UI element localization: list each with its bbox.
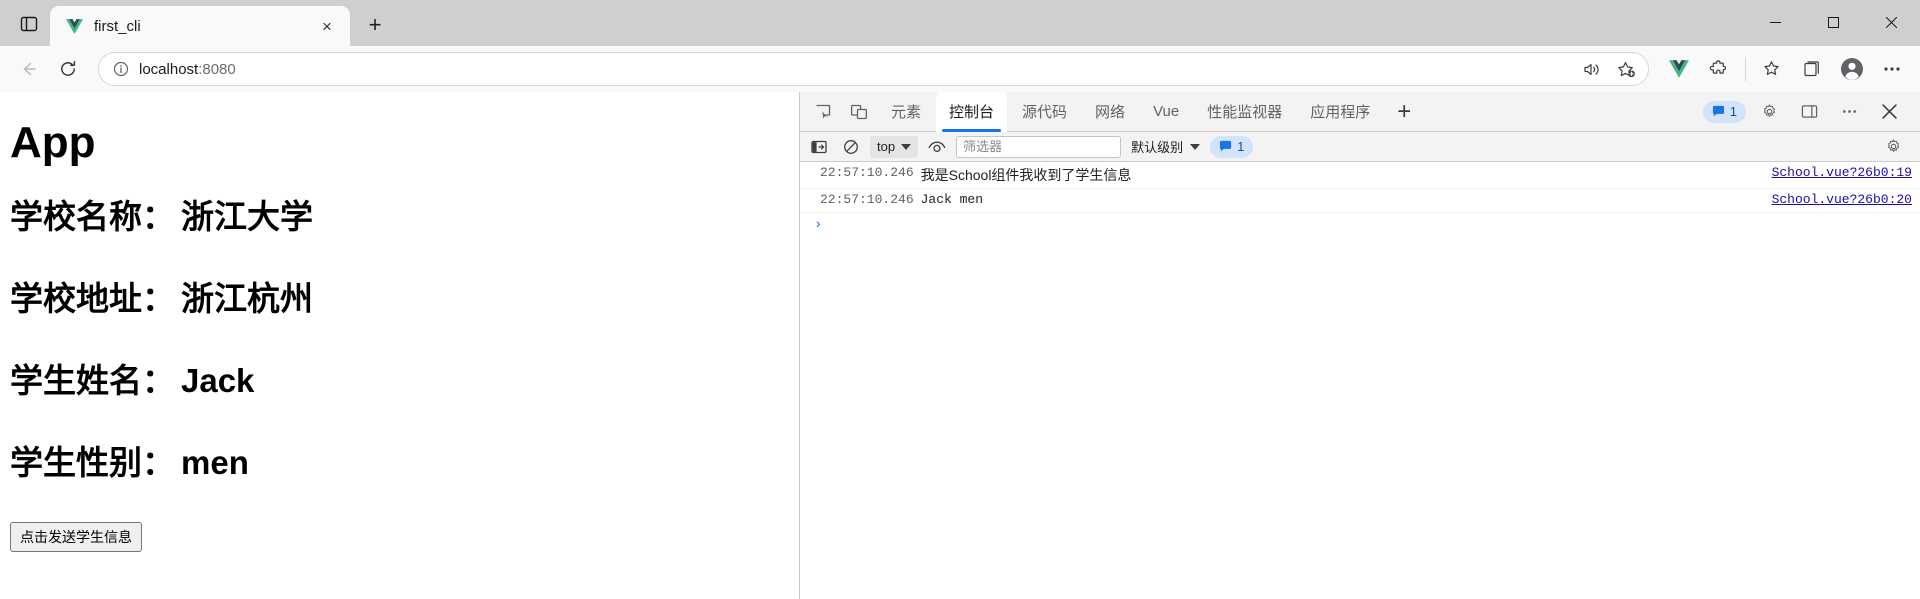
site-info-icon[interactable] bbox=[111, 59, 131, 79]
student-name-value: Jack bbox=[181, 362, 255, 399]
tab-title: first_cli bbox=[94, 17, 141, 35]
log-message: 我是School组件我收到了学生信息 bbox=[920, 167, 1132, 183]
devtools-tabbar: 元素 控制台 源代码 网络 Vue 性能监视器 应用程序 + 1 bbox=[800, 91, 1920, 132]
url-text: localhost:8080 bbox=[139, 61, 1568, 78]
log-level-selector[interactable]: 默认级别 bbox=[1127, 137, 1204, 156]
issues-badge[interactable]: 1 bbox=[1210, 135, 1254, 158]
extensions-puzzle-icon[interactable] bbox=[1701, 51, 1737, 87]
new-tab-button[interactable]: + bbox=[356, 6, 394, 44]
read-aloud-icon[interactable] bbox=[1576, 54, 1606, 84]
page-title: App bbox=[10, 118, 96, 167]
dock-side-icon[interactable] bbox=[1792, 97, 1826, 127]
speech-bubble-icon bbox=[1712, 105, 1724, 117]
message-count: 1 bbox=[1729, 104, 1737, 119]
inspect-element-icon[interactable] bbox=[806, 97, 840, 127]
school-address-row: 学校地址： 浙江杭州 bbox=[10, 272, 789, 320]
devtools-panel: 元素 控制台 源代码 网络 Vue 性能监视器 应用程序 + 1 top 筛选器… bbox=[800, 91, 1920, 599]
vue-logo-icon bbox=[64, 16, 84, 36]
student-gender-value: men bbox=[181, 444, 249, 481]
log-level-value: 默认级别 bbox=[1131, 140, 1184, 155]
maximize-icon[interactable] bbox=[1804, 0, 1862, 44]
console-log-list: 22:57:10.246 我是School组件我收到了学生信息 School.v… bbox=[800, 162, 1920, 599]
tab-list-icon[interactable] bbox=[8, 4, 50, 44]
clear-console-icon[interactable] bbox=[838, 135, 864, 159]
profile-avatar-icon[interactable] bbox=[1834, 51, 1870, 87]
school-address-label: 学校地址： bbox=[10, 280, 175, 317]
prompt-caret-icon: › bbox=[814, 217, 823, 233]
console-prompt[interactable]: › bbox=[800, 213, 1920, 237]
log-timestamp: 22:57:10.246 bbox=[820, 165, 914, 180]
school-address-value: 浙江杭州 bbox=[181, 280, 313, 317]
omnibox-actions bbox=[1576, 54, 1640, 84]
send-student-info-button[interactable]: 点击发送学生信息 bbox=[10, 522, 142, 552]
star-icon[interactable] bbox=[1610, 54, 1640, 84]
tab-sources[interactable]: 源代码 bbox=[1009, 92, 1080, 132]
log-source-link[interactable]: School.vue?26b0:20 bbox=[1758, 192, 1912, 207]
close-devtools-icon[interactable] bbox=[1872, 97, 1906, 127]
console-toolbar: top 默认级别 1 bbox=[800, 132, 1920, 162]
more-vertical-icon[interactable] bbox=[1832, 97, 1866, 127]
close-icon[interactable] bbox=[1862, 0, 1920, 44]
minimize-icon[interactable] bbox=[1746, 0, 1804, 44]
tab-console[interactable]: 控制台 bbox=[936, 91, 1008, 132]
live-expression-icon[interactable] bbox=[924, 135, 950, 159]
execution-context-selector[interactable]: top bbox=[870, 135, 919, 158]
close-icon[interactable]: × bbox=[314, 13, 340, 39]
issues-count: 1 bbox=[1237, 139, 1245, 154]
toolbar-divider bbox=[1745, 57, 1746, 81]
more-panels-button[interactable]: + bbox=[1385, 97, 1423, 127]
console-settings-group bbox=[1880, 135, 1914, 159]
back-arrow-icon[interactable] bbox=[10, 51, 46, 87]
address-bar[interactable]: localhost:8080 bbox=[98, 52, 1649, 86]
chevron-down-icon bbox=[1190, 143, 1201, 150]
browser-window: first_cli × + localhost:8080 App 学校名称： 浙… bbox=[0, 0, 1920, 599]
more-options-icon[interactable] bbox=[1874, 51, 1910, 87]
url-port: :8080 bbox=[198, 60, 236, 78]
gear-icon[interactable] bbox=[1752, 97, 1786, 127]
log-entry[interactable]: 22:57:10.246 Jack men School.vue?26b0:20 bbox=[800, 189, 1920, 213]
console-sidebar-icon[interactable] bbox=[806, 135, 832, 159]
tab-strip: first_cli × + bbox=[0, 0, 1920, 46]
collections-icon[interactable] bbox=[1794, 51, 1830, 87]
browser-tab[interactable]: first_cli × bbox=[50, 6, 350, 46]
tab-elements[interactable]: 元素 bbox=[878, 92, 934, 132]
navigation-bar: localhost:8080 bbox=[0, 46, 1920, 92]
url-host: localhost bbox=[139, 60, 199, 78]
school-name-value: 浙江大学 bbox=[181, 198, 313, 235]
log-message: Jack men bbox=[920, 192, 984, 207]
viewport: App 学校名称： 浙江大学 学校地址： 浙江杭州 学生姓名： Jack 学生性别： m… bbox=[0, 91, 1920, 599]
student-name-row: 学生姓名： Jack bbox=[10, 354, 789, 402]
speech-bubble-icon bbox=[1220, 140, 1232, 152]
school-name-label: 学校名称： bbox=[10, 198, 175, 235]
vue-extension-icon[interactable] bbox=[1661, 51, 1697, 87]
school-name-row: 学校名称： 浙江大学 bbox=[10, 190, 789, 238]
window-controls bbox=[1746, 0, 1920, 44]
tab-application[interactable]: 应用程序 bbox=[1297, 92, 1383, 132]
tab-network[interactable]: 网络 bbox=[1082, 92, 1138, 132]
favorites-bar-icon[interactable] bbox=[1754, 51, 1790, 87]
student-gender-label: 学生性别： bbox=[10, 444, 175, 481]
console-filter-input[interactable] bbox=[956, 135, 1122, 158]
log-source-link[interactable]: School.vue?26b0:19 bbox=[1758, 165, 1912, 180]
tab-performance-monitor[interactable]: 性能监视器 bbox=[1194, 92, 1295, 132]
log-entry[interactable]: 22:57:10.246 我是School组件我收到了学生信息 School.v… bbox=[800, 162, 1920, 189]
chevron-down-icon bbox=[901, 143, 912, 150]
execution-context-value: top bbox=[877, 139, 896, 154]
gear-icon[interactable] bbox=[1880, 135, 1906, 159]
devtools-tabbar-actions: 1 bbox=[1702, 97, 1914, 127]
log-timestamp: 22:57:10.246 bbox=[820, 192, 914, 207]
student-name-label: 学生姓名： bbox=[10, 362, 175, 399]
message-count-badge[interactable]: 1 bbox=[1702, 100, 1746, 123]
tab-vue[interactable]: Vue bbox=[1140, 92, 1192, 132]
reload-icon[interactable] bbox=[50, 51, 86, 87]
student-gender-row: 学生性别： men bbox=[10, 436, 789, 484]
web-page-content: App 学校名称： 浙江大学 学校地址： 浙江杭州 学生姓名： Jack 学生性别： m… bbox=[0, 92, 800, 599]
device-toolbar-icon[interactable] bbox=[842, 97, 876, 127]
